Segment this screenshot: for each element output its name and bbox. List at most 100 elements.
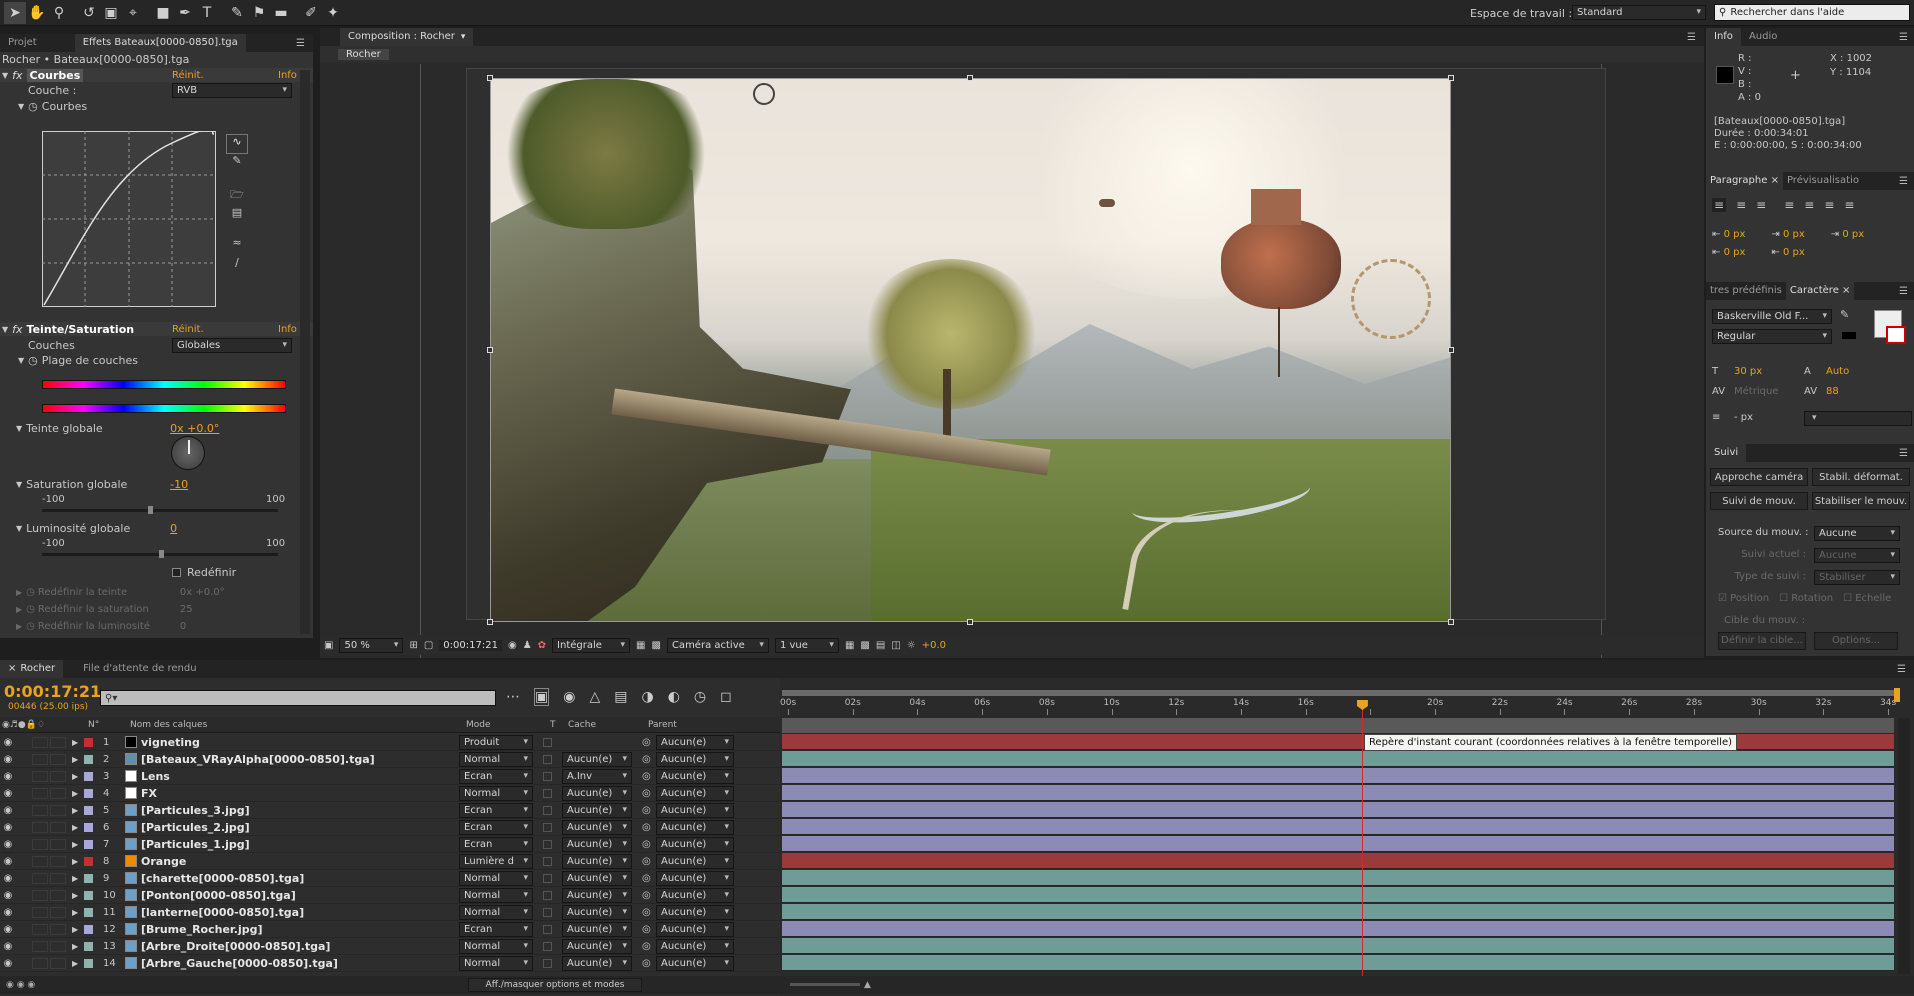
define-target-button[interactable]: Définir la cible... xyxy=(1718,632,1806,650)
eyedropper-icon[interactable]: ✎ xyxy=(1840,308,1849,321)
couches-select[interactable]: Globales xyxy=(172,338,292,353)
preserve-transparency[interactable] xyxy=(543,788,552,798)
expand-arrow-icon[interactable]: ▶ xyxy=(72,840,84,849)
parent-select[interactable]: Aucun(e) xyxy=(656,836,734,852)
hue-range-bottom[interactable] xyxy=(42,404,286,413)
hand-tool-icon[interactable]: ✋ xyxy=(26,2,48,24)
label-color[interactable] xyxy=(84,788,93,798)
comp-subtab[interactable]: Rocher xyxy=(338,48,389,60)
panel-menu-icon[interactable]: ☰ xyxy=(1899,286,1908,297)
tab-tracker[interactable]: Suivi xyxy=(1706,444,1747,462)
layer-search[interactable]: ⚲▾ xyxy=(100,690,496,706)
indent-first-field[interactable]: ⇥ 0 px xyxy=(1771,226,1804,244)
layer-name[interactable]: [Particules_2.jpg] xyxy=(141,821,459,834)
track-matte-select[interactable]: Aucun(e) xyxy=(562,938,632,954)
panel-menu-icon[interactable]: ☰ xyxy=(296,38,305,49)
mode-select[interactable]: Normal xyxy=(459,751,533,767)
layer-name[interactable]: vigneting xyxy=(141,736,459,749)
stabilize-motion-button[interactable]: Stabiliser le mouv. xyxy=(1812,492,1910,510)
expand-arrow-icon[interactable]: ▶ xyxy=(16,584,22,601)
mode-select[interactable]: Normal xyxy=(459,785,533,801)
track-matte-select[interactable]: Aucun(e) xyxy=(562,802,632,818)
layer-duration-bar[interactable] xyxy=(782,921,1894,937)
expand-arrow-icon[interactable]: ▼ xyxy=(2,71,8,80)
redef-lum-value[interactable]: 0 xyxy=(180,618,186,635)
tab-info[interactable]: Info xyxy=(1706,28,1741,46)
tab-rocher[interactable]: × Rocher xyxy=(0,660,64,678)
preserve-transparency[interactable] xyxy=(543,856,552,866)
label-color[interactable] xyxy=(84,805,93,815)
font-size-value[interactable]: 30 px xyxy=(1734,362,1804,382)
expand-arrow-icon[interactable]: ▶ xyxy=(72,772,84,781)
save-icon[interactable]: ▤ xyxy=(226,206,248,226)
panel-menu-icon[interactable]: ☰ xyxy=(1899,448,1908,459)
layer-name[interactable]: [Bateaux_VRayAlpha[0000-0850].tga] xyxy=(141,753,459,766)
close-icon[interactable]: × xyxy=(1771,175,1779,186)
tab-paragraph[interactable]: Paragraphe × xyxy=(1706,172,1783,190)
solo-toggle[interactable] xyxy=(32,906,48,918)
solo-toggle[interactable] xyxy=(32,821,48,833)
eye-icon[interactable]: ◉ xyxy=(0,856,16,867)
track-matte-select[interactable]: A.Inv xyxy=(562,768,632,784)
justify-left-icon[interactable]: ≡ xyxy=(1784,198,1794,212)
align-left-icon[interactable]: ≡ xyxy=(1712,198,1727,212)
align-right-icon[interactable]: ≡ xyxy=(1756,198,1766,212)
hue-range-top[interactable] xyxy=(42,380,286,389)
layer-duration-bar[interactable] xyxy=(782,938,1894,954)
preserve-transparency[interactable] xyxy=(543,958,552,968)
courbes-header[interactable]: ▼ fx Courbes Réinit. Info xyxy=(0,68,313,82)
layer-duration-bar[interactable] xyxy=(782,768,1894,784)
parent-select[interactable]: Aucun(e) xyxy=(656,751,734,767)
tab-render-queue[interactable]: File d'attente de rendu xyxy=(75,660,204,678)
label-color[interactable] xyxy=(84,890,93,900)
viewer[interactable] xyxy=(320,64,1704,658)
preserve-transparency[interactable] xyxy=(543,754,552,764)
redef-teinte-value[interactable]: 0x +0.0° xyxy=(180,584,225,601)
handle[interactable] xyxy=(1448,75,1454,81)
handle[interactable] xyxy=(967,619,973,625)
layer-row[interactable]: ◉ ▶ 7 [Particules_1.jpg] Ecran Aucun(e) … xyxy=(0,836,780,853)
layer-row[interactable]: ◉ ▶ 11 [lanterne[0000-0850].tga] Normal … xyxy=(0,904,780,921)
roto-brush-icon[interactable]: ✐ xyxy=(300,2,322,24)
rectangle-tool-icon[interactable]: ■ xyxy=(152,2,174,24)
selection-tool-icon[interactable]: ➤ xyxy=(4,1,26,24)
handle[interactable] xyxy=(967,75,973,81)
lock-toggle[interactable] xyxy=(50,787,66,799)
exposure-value[interactable]: +0.0 xyxy=(922,640,946,651)
tab-character[interactable]: Caractère × xyxy=(1785,282,1855,300)
solo-toggle[interactable] xyxy=(32,855,48,867)
panel-menu-icon[interactable]: ☰ xyxy=(1687,32,1696,43)
track-matte-select[interactable]: Aucun(e) xyxy=(562,921,632,937)
layer-row[interactable]: ◉ ▶ 6 [Particules_2.jpg] Ecran Aucun(e) … xyxy=(0,819,780,836)
teinte-reset[interactable]: Réinit. xyxy=(172,324,204,335)
layer-duration-bar[interactable] xyxy=(782,955,1894,971)
redef-sat-value[interactable]: 25 xyxy=(180,601,193,618)
expand-arrow-icon[interactable]: ▶ xyxy=(16,618,22,635)
snapshot-icon[interactable]: ◉ xyxy=(508,640,517,651)
toggle-switches-button[interactable]: Aff./masquer options et modes xyxy=(468,978,642,992)
label-color[interactable] xyxy=(84,958,93,968)
track-matte-select[interactable]: Aucun(e) xyxy=(562,870,632,886)
expand-arrow-icon[interactable]: ▶ xyxy=(72,959,84,968)
parent-select[interactable]: Aucun(e) xyxy=(656,768,734,784)
preserve-transparency[interactable] xyxy=(543,873,552,883)
handle[interactable] xyxy=(487,347,493,353)
layer-row[interactable]: ◉ ▶ 9 [charette[0000-0850].tga] Normal A… xyxy=(0,870,780,887)
solo-toggle[interactable] xyxy=(32,957,48,969)
label-color[interactable] xyxy=(84,856,93,866)
handle[interactable] xyxy=(1448,619,1454,625)
preserve-transparency[interactable] xyxy=(543,924,552,934)
justify-center-icon[interactable]: ≡ xyxy=(1804,198,1814,212)
auto-keyframe-icon[interactable]: ◻ xyxy=(720,689,732,705)
pen-tool-icon[interactable]: ✒ xyxy=(174,2,196,24)
help-search[interactable]: ⚲ Rechercher dans l'aide xyxy=(1714,4,1910,21)
warp-stabilizer-button[interactable]: Stabil. déformat. xyxy=(1812,468,1910,486)
pan-behind-icon[interactable]: ⌖ xyxy=(122,2,144,24)
lock-toggle[interactable] xyxy=(50,872,66,884)
label-color[interactable] xyxy=(84,839,93,849)
pickwhip-icon[interactable]: ◎ xyxy=(642,958,656,969)
parent-select[interactable]: Aucun(e) xyxy=(656,785,734,801)
mode-select[interactable]: Normal xyxy=(459,955,533,971)
rotation-checkbox[interactable]: ☐ Rotation xyxy=(1779,588,1833,610)
zoom-in-icon[interactable]: ▲ xyxy=(864,980,871,990)
